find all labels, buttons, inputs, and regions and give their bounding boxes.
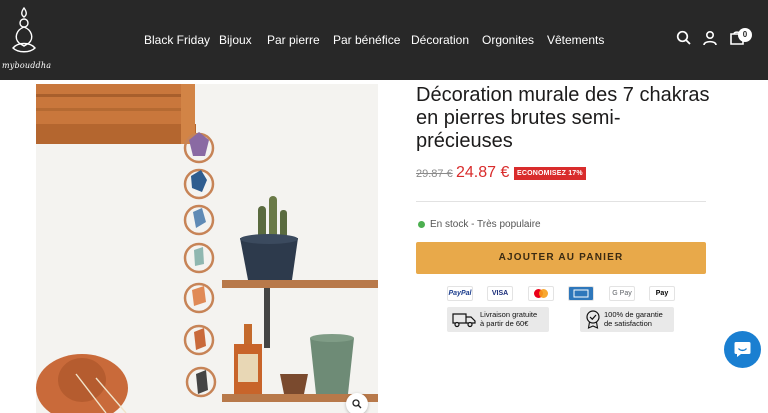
zoom-icon [352, 399, 362, 409]
old-price: 29.87 € [416, 168, 453, 180]
chat-icon [734, 342, 751, 357]
main-nav: Black Friday Bijoux Par pierre Par bénéf… [0, 32, 768, 50]
paypal-icon: PayPal [447, 286, 473, 301]
chat-button[interactable] [724, 331, 761, 368]
zoom-button[interactable] [346, 393, 368, 413]
nav-item-bijoux[interactable]: Bijoux [219, 32, 252, 48]
nav-item-decoration[interactable]: Décoration [411, 32, 469, 48]
nav-item-par-benefice[interactable]: Par bénéfice [333, 32, 400, 48]
american-express-icon [568, 286, 594, 301]
satisfaction-badge: 100% de garantie de satisfaction [580, 307, 674, 332]
sale-price: 24.87 € [456, 164, 510, 181]
free-shipping-text: Livraison gratuite à partir de 60€ [480, 310, 538, 328]
product-image[interactable] [36, 84, 378, 413]
stock-status: En stock - Très populaire [430, 219, 541, 230]
visa-icon: VISA [487, 286, 513, 301]
nav-item-par-pierre[interactable]: Par pierre [267, 32, 320, 48]
google-pay-icon: G Pay [609, 286, 635, 301]
truck-icon [452, 313, 476, 328]
free-shipping-badge: Livraison gratuite à partir de 60€ [447, 307, 549, 332]
cart-count-badge: 0 [738, 28, 752, 42]
nav-item-orgonites[interactable]: Orgonites [482, 32, 534, 48]
account-icon[interactable] [702, 30, 720, 48]
satisfaction-text: 100% de garantie de satisfaction [604, 310, 663, 328]
logo-text: mybouddha [2, 61, 52, 70]
nav-item-black-friday[interactable]: Black Friday [144, 32, 210, 48]
apple-pay-icon: Pay [649, 286, 675, 301]
in-stock-icon [418, 221, 425, 228]
product-photo-graphic [36, 84, 378, 413]
discount-badge: ECONOMISEZ 17% [514, 167, 586, 180]
certificate-icon [586, 310, 600, 329]
mastercard-icon [528, 286, 554, 301]
add-to-cart-button[interactable]: AJOUTER AU PANIER [416, 242, 706, 274]
product-title: Décoration murale des 7 chakras en pierr… [416, 84, 710, 152]
divider [416, 201, 706, 202]
site-header: mybouddha Black Friday Bijoux Par pierre… [0, 0, 768, 80]
nav-item-vetements[interactable]: Vêtements [547, 32, 604, 48]
search-icon[interactable] [676, 30, 694, 48]
